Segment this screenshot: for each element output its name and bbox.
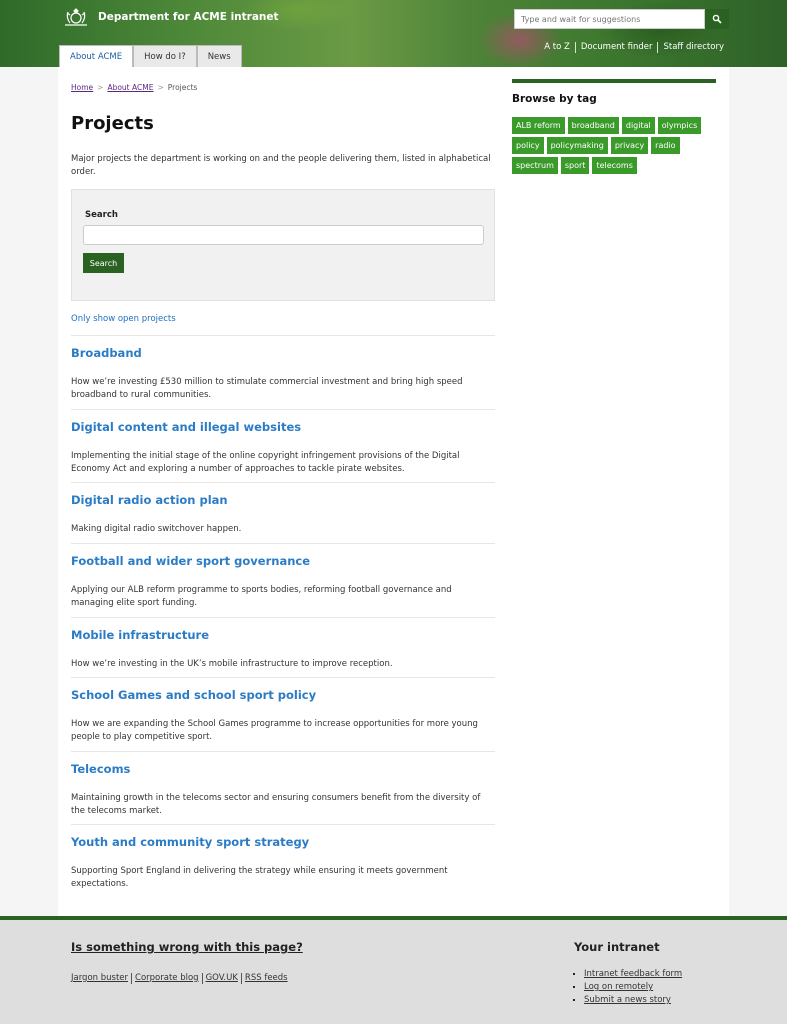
tag-privacy[interactable]: privacy bbox=[610, 137, 649, 154]
breadcrumb-home[interactable]: Home bbox=[71, 83, 93, 92]
document-finder-link[interactable]: Document finder bbox=[574, 42, 658, 53]
breadcrumb: Home > About ACME > Projects bbox=[71, 83, 197, 92]
project-description: Making digital radio switchover happen. bbox=[71, 524, 242, 534]
project-description: Supporting Sport England in delivering t… bbox=[71, 866, 448, 889]
feedback-form-link[interactable]: Intranet feedback form bbox=[584, 969, 682, 979]
footer-links: Jargon buster Corporate blog GOV.UK RSS … bbox=[71, 973, 291, 984]
page-intro: Major projects the department is working… bbox=[71, 154, 491, 177]
project-title-link[interactable]: Mobile infrastructure bbox=[71, 628, 209, 642]
project-search-input[interactable] bbox=[83, 225, 484, 245]
tab-about-acme[interactable]: About ACME bbox=[59, 45, 134, 67]
breadcrumb-about[interactable]: About ACME bbox=[107, 83, 153, 92]
crest-icon bbox=[65, 8, 87, 26]
project-search-button[interactable]: Search bbox=[83, 253, 124, 273]
site-footer: Is something wrong with this page? Jargo… bbox=[0, 916, 787, 1024]
tag-sport[interactable]: sport bbox=[560, 157, 590, 174]
tag-broadband[interactable]: broadband bbox=[567, 117, 619, 134]
tag-telecoms[interactable]: telecoms bbox=[592, 157, 637, 174]
project-item: Football and wider sport governance Appl… bbox=[71, 543, 495, 610]
project-item: Broadband How we’re investing £530 milli… bbox=[71, 335, 495, 402]
project-title-link[interactable]: Digital radio action plan bbox=[71, 493, 228, 507]
submit-news-link[interactable]: Submit a news story bbox=[584, 995, 671, 1005]
utility-nav: A to Z Document finder Staff directory bbox=[539, 42, 729, 53]
site-header: Department for ACME intranet A to Z Docu… bbox=[0, 0, 787, 67]
project-item: Mobile infrastructure How we’re investin… bbox=[71, 617, 495, 671]
govuk-link[interactable]: GOV.UK bbox=[201, 973, 241, 984]
project-title-link[interactable]: Broadband bbox=[71, 346, 142, 360]
report-problem-link[interactable]: Is something wrong with this page? bbox=[71, 940, 303, 954]
tag-spectrum[interactable]: spectrum bbox=[512, 157, 558, 174]
staff-directory-link[interactable]: Staff directory bbox=[657, 42, 729, 53]
log-on-remotely-link[interactable]: Log on remotely bbox=[584, 982, 653, 992]
tag-olympics[interactable]: olympics bbox=[657, 117, 702, 134]
open-projects-filter-link[interactable]: Only show open projects bbox=[71, 314, 176, 324]
project-description: How we’re investing £530 million to stim… bbox=[71, 377, 463, 400]
project-title-link[interactable]: Telecoms bbox=[71, 762, 130, 776]
project-description: How we are expanding the School Games pr… bbox=[71, 719, 478, 742]
project-description: Maintaining growth in the telecoms secto… bbox=[71, 793, 481, 816]
main-tabs: About ACME How do I? News bbox=[59, 45, 242, 67]
project-title-link[interactable]: Football and wider sport governance bbox=[71, 554, 310, 568]
project-title-link[interactable]: Digital content and illegal websites bbox=[71, 420, 301, 434]
project-description: Implementing the initial stage of the on… bbox=[71, 451, 460, 474]
project-description: How we’re investing in the UK’s mobile i… bbox=[71, 659, 393, 669]
tag-radio[interactable]: radio bbox=[651, 137, 680, 154]
project-title-link[interactable]: Youth and community sport strategy bbox=[71, 835, 309, 849]
your-intranet-list: Intranet feedback form Log on remotely S… bbox=[584, 968, 682, 1007]
page-title: Projects bbox=[71, 113, 154, 134]
rss-feeds-link[interactable]: RSS feeds bbox=[240, 973, 291, 984]
breadcrumb-current: Projects bbox=[167, 83, 198, 92]
project-item: Digital radio action plan Making digital… bbox=[71, 482, 495, 536]
project-item: Telecoms Maintaining growth in the telec… bbox=[71, 751, 495, 818]
breadcrumb-separator: > bbox=[157, 83, 164, 92]
brand-name: Department for ACME intranet bbox=[98, 11, 279, 23]
search-label: Search bbox=[85, 210, 118, 220]
site-search-button[interactable] bbox=[705, 9, 729, 29]
jargon-buster-link[interactable]: Jargon buster bbox=[71, 973, 131, 984]
project-item: Digital content and illegal websites Imp… bbox=[71, 409, 495, 476]
sidebar-title: Browse by tag bbox=[512, 93, 597, 105]
tab-how-do-i[interactable]: How do I? bbox=[133, 45, 197, 67]
tag-list: ALB reform broadband digital olympics po… bbox=[512, 117, 712, 174]
project-item: School Games and school sport policy How… bbox=[71, 677, 495, 744]
tag-alb-reform[interactable]: ALB reform bbox=[512, 117, 565, 134]
tag-digital[interactable]: digital bbox=[621, 117, 655, 134]
project-item: Youth and community sport strategy Suppo… bbox=[71, 824, 495, 891]
your-intranet-heading: Your intranet bbox=[574, 940, 660, 954]
tag-policy[interactable]: policy bbox=[512, 137, 544, 154]
tab-news[interactable]: News bbox=[196, 45, 242, 67]
corporate-blog-link[interactable]: Corporate blog bbox=[131, 973, 202, 984]
project-description: Applying our ALB reform programme to spo… bbox=[71, 585, 452, 608]
tag-policymaking[interactable]: policymaking bbox=[546, 137, 608, 154]
site-logo[interactable]: Department for ACME intranet bbox=[62, 6, 279, 28]
breadcrumb-separator: > bbox=[97, 83, 104, 92]
site-search-input[interactable] bbox=[514, 9, 705, 29]
tag-sidebar: Browse by tag ALB reform broadband digit… bbox=[512, 79, 716, 174]
search-icon bbox=[712, 14, 722, 24]
project-search-panel: Search Search bbox=[71, 189, 495, 301]
a-to-z-link[interactable]: A to Z bbox=[539, 42, 575, 53]
project-title-link[interactable]: School Games and school sport policy bbox=[71, 688, 316, 702]
